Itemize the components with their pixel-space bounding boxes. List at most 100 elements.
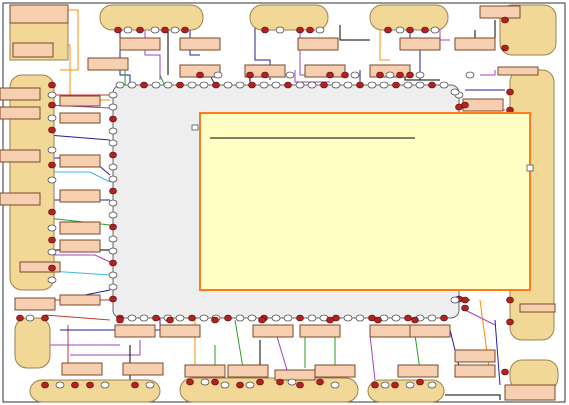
schematic-canvas — [0, 0, 569, 405]
module-block-top[interactable] — [249, 4, 329, 31]
pad-icon — [108, 175, 118, 183]
label-box[interactable] — [227, 364, 269, 378]
pin-icon — [41, 314, 49, 322]
label-box[interactable] — [59, 154, 101, 168]
pin-icon — [196, 71, 204, 79]
pin-icon — [440, 314, 448, 322]
pin-icon — [109, 187, 117, 195]
pad-icon — [380, 381, 390, 389]
pin-icon — [296, 381, 304, 389]
pad-icon — [199, 81, 209, 89]
module-block-top[interactable] — [369, 4, 449, 31]
pad-icon — [145, 381, 155, 389]
pin-icon — [341, 71, 349, 79]
pin-icon — [186, 378, 194, 386]
pad-icon — [123, 26, 133, 34]
pin-icon — [109, 151, 117, 159]
label-box[interactable] — [59, 239, 101, 253]
module-block-bottom[interactable] — [29, 379, 161, 403]
pin-icon — [326, 316, 334, 324]
pin-icon — [406, 71, 414, 79]
label-box[interactable] — [454, 349, 496, 363]
pad-icon — [235, 314, 245, 322]
label-box[interactable] — [497, 66, 539, 76]
label-box[interactable] — [59, 95, 101, 107]
label-box[interactable] — [87, 57, 129, 71]
pad-icon — [385, 71, 395, 79]
pin-icon — [376, 71, 384, 79]
label-box[interactable] — [369, 324, 411, 338]
pad-icon — [47, 146, 57, 154]
label-box[interactable] — [122, 362, 164, 376]
label-box[interactable] — [59, 294, 101, 306]
pad-icon — [170, 26, 180, 34]
highlight-box[interactable] — [199, 112, 531, 291]
label-box[interactable] — [159, 324, 201, 338]
label-box[interactable] — [0, 149, 41, 163]
label-box[interactable] — [409, 324, 451, 338]
label-box[interactable] — [479, 5, 521, 19]
label-box[interactable] — [59, 112, 101, 124]
pin-icon — [48, 81, 56, 89]
pin-icon — [396, 71, 404, 79]
pad-icon — [25, 314, 35, 322]
label-box[interactable] — [454, 37, 496, 51]
pin-icon — [506, 296, 514, 304]
label-box[interactable] — [0, 106, 41, 120]
pin-icon — [136, 26, 144, 34]
label-box[interactable] — [314, 364, 356, 378]
pad-icon — [355, 314, 365, 322]
label-box[interactable] — [184, 364, 226, 378]
pad-icon — [287, 378, 297, 386]
pad-icon — [367, 81, 377, 89]
label-box[interactable] — [0, 87, 41, 101]
pad-icon — [108, 211, 118, 219]
label-box[interactable] — [519, 303, 556, 313]
label-box[interactable] — [299, 324, 341, 338]
module-block-top[interactable] — [99, 4, 204, 31]
pad-icon — [108, 199, 118, 207]
label-box[interactable] — [399, 37, 441, 51]
highlight-panel[interactable] — [191, 112, 534, 291]
pin-icon — [152, 314, 160, 322]
pad-icon — [47, 114, 57, 122]
pad-icon — [108, 271, 118, 279]
label-box[interactable] — [304, 64, 346, 78]
label-box[interactable] — [59, 189, 101, 203]
pin-icon — [261, 26, 269, 34]
pad-icon — [343, 314, 353, 322]
pad-icon — [259, 81, 269, 89]
label-box[interactable] — [12, 42, 54, 58]
pin-icon — [306, 26, 314, 34]
pad-icon — [439, 81, 449, 89]
pad-icon — [163, 81, 173, 89]
pad-icon — [187, 81, 197, 89]
pin-icon — [109, 223, 117, 231]
label-box[interactable] — [179, 37, 221, 51]
top-left-tab[interactable] — [9, 4, 69, 24]
pad-icon — [307, 314, 317, 322]
pin-icon — [48, 264, 56, 272]
pin-icon — [326, 71, 334, 79]
label-box[interactable] — [114, 324, 156, 338]
label-box[interactable] — [274, 369, 316, 381]
label-box[interactable] — [119, 37, 161, 51]
label-box[interactable] — [504, 384, 556, 401]
pin-icon — [261, 71, 269, 79]
pin-icon — [246, 71, 254, 79]
label-box[interactable] — [0, 192, 41, 206]
label-box[interactable] — [297, 37, 339, 51]
label-box[interactable] — [252, 324, 294, 338]
pin-icon — [411, 316, 419, 324]
pad-icon — [199, 314, 209, 322]
label-box[interactable] — [454, 364, 496, 378]
pad-icon — [395, 26, 405, 34]
label-box[interactable] — [397, 364, 439, 378]
pin-icon — [41, 381, 49, 389]
label-box[interactable] — [14, 297, 56, 311]
label-box[interactable] — [59, 221, 101, 235]
label-box[interactable] — [61, 362, 103, 376]
label-box[interactable] — [462, 98, 504, 112]
pad-icon — [285, 71, 295, 79]
module-block-left-bottom[interactable] — [14, 317, 51, 369]
